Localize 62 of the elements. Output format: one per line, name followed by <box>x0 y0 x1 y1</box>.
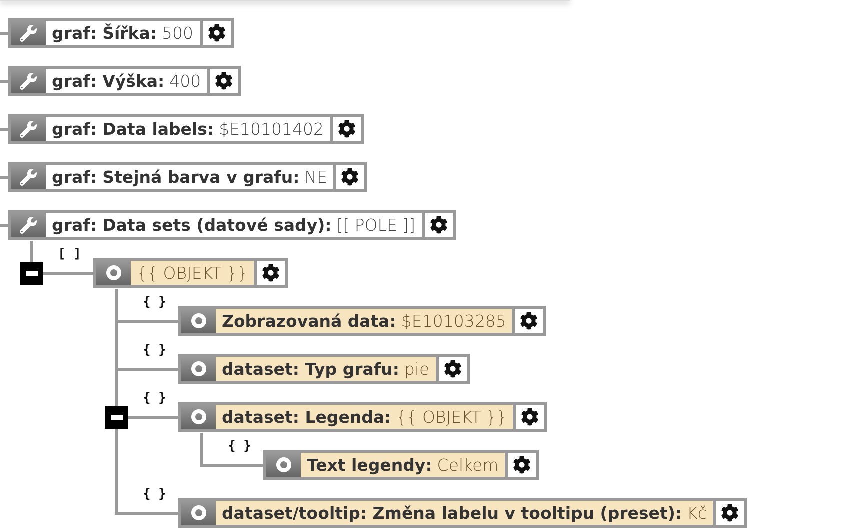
tree-node[interactable]: graf: Výška: 400 <box>8 66 242 96</box>
wrench-icon <box>20 72 37 90</box>
gear-icon <box>520 312 538 330</box>
ring-icon <box>190 313 206 329</box>
tree-node[interactable]: graf: Šířka: 500 <box>8 18 234 48</box>
node-value: Celkem <box>437 456 499 474</box>
node-label: Text legendy: <box>307 456 432 474</box>
ring-icon <box>276 457 292 473</box>
node-label: dataset: Typ grafu: <box>222 360 400 378</box>
gear-icon <box>512 456 531 474</box>
node-value: $E10103285 <box>401 312 506 330</box>
node-value: pie <box>404 360 430 378</box>
gear-icon <box>720 504 739 522</box>
tree-node[interactable]: {{ OBJEKT }} <box>93 258 288 288</box>
node-label: Zobrazovaná data: <box>222 312 396 330</box>
collapse-toggle[interactable] <box>20 262 43 285</box>
tree-node[interactable]: Text legendy: Celkem <box>263 450 539 480</box>
node-label: graf: Stejná barva v grafu: <box>52 168 300 186</box>
wrench-icon <box>20 120 37 138</box>
gear-icon <box>208 24 226 42</box>
tree-node[interactable]: Zobrazovaná data: $E10103285 <box>178 306 546 336</box>
node-value: {{ OBJEKT }} <box>137 264 248 282</box>
type-bracket: { } <box>143 487 166 502</box>
gear-icon <box>430 216 448 234</box>
tree-node[interactable]: dataset: Legenda: {{ OBJEKT }} <box>178 402 548 432</box>
tree-node[interactable]: graf: Stejná barva v grafu: NE <box>8 162 368 192</box>
gear-icon <box>341 168 360 186</box>
node-label: dataset/tooltip: Změna labelu v tooltipu (preset): <box>222 504 682 522</box>
type-bracket: [ ] <box>58 247 82 262</box>
node-value: $E10101402 <box>219 120 324 138</box>
type-bracket: { } <box>143 295 166 310</box>
node-value: {{ OBJEKT }} <box>396 408 508 426</box>
gear-icon <box>521 408 540 426</box>
node-value: Kč <box>687 504 707 522</box>
node-value: 400 <box>170 72 202 90</box>
node-label: graf: Šířka: <box>52 24 157 42</box>
wrench-icon <box>20 24 37 42</box>
node-value: 500 <box>162 24 194 42</box>
node-label: graf: Data sets (datové sady): <box>52 216 332 234</box>
tree-node[interactable]: graf: Data labels: $E10101402 <box>8 114 364 144</box>
gear-icon <box>262 264 280 282</box>
collapse-toggle[interactable] <box>105 406 128 429</box>
tree-node[interactable]: graf: Data sets (datové sady): [[ POLE ]] <box>8 210 456 240</box>
ring-icon <box>190 409 206 425</box>
type-bracket: { } <box>143 391 166 406</box>
node-label: dataset: Legenda: <box>222 408 392 426</box>
type-bracket: { } <box>143 343 166 358</box>
tree-node[interactable]: dataset: Typ grafu: pie <box>178 354 470 384</box>
tree-node[interactable]: dataset/tooltip: Změna labelu v tooltipu (preset): Kč <box>178 498 747 528</box>
gear-icon <box>338 120 356 138</box>
node-label: graf: Výška: <box>52 72 165 90</box>
gear-icon <box>444 360 462 378</box>
wrench-icon <box>20 168 37 186</box>
node-label: graf: Data labels: <box>52 120 214 138</box>
type-bracket: { } <box>228 439 252 454</box>
node-value: [[ POLE ]] <box>336 216 416 234</box>
ring-icon <box>190 505 206 521</box>
ring-icon <box>190 361 206 377</box>
gear-icon <box>215 72 234 90</box>
wrench-icon <box>20 216 37 234</box>
ring-icon <box>106 265 122 281</box>
node-value: NE <box>304 168 328 186</box>
